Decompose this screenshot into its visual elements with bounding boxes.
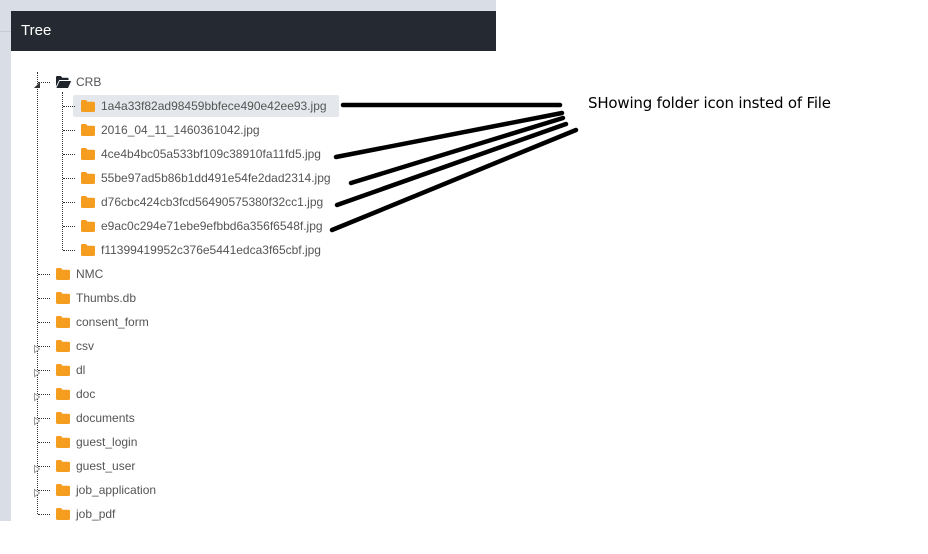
tree-node-label[interactable]: guest_user	[76, 455, 135, 477]
tree-node-label[interactable]: doc	[76, 383, 95, 405]
folder-icon	[80, 219, 96, 233]
tree-node-folder[interactable]: doc	[11, 383, 491, 405]
tree-connector	[63, 130, 75, 131]
tree-node-folder[interactable]: job_pdf	[11, 503, 491, 525]
tree-connector	[63, 178, 75, 179]
folder-open-icon	[55, 75, 72, 89]
tree-node-label[interactable]: e9ac0c294e71ebe9efbbd6a356f6548f.jpg	[101, 215, 323, 237]
tree-node-label[interactable]: 1a4a33f82ad98459bbfece490e42ee93.jpg	[101, 95, 327, 117]
tree-node-label[interactable]: job_application	[76, 479, 156, 501]
collapse-toggle-icon[interactable]	[33, 77, 41, 88]
tree-node-file[interactable]: 2016_04_11_1460361042.jpg	[11, 119, 491, 141]
tree-node-label[interactable]: 2016_04_11_1460361042.jpg	[101, 119, 260, 141]
folder-icon	[80, 99, 96, 113]
tree-node-folder[interactable]: dl	[11, 359, 491, 381]
tree-node-label[interactable]: csv	[76, 335, 94, 357]
expand-toggle-icon[interactable]	[33, 485, 41, 498]
tree-connector	[38, 274, 50, 275]
tree-connector	[38, 514, 50, 515]
tree-panel: Tree CRB 1a4a33f82ad98459bbfece490e42ee93…	[11, 11, 496, 554]
tree-node-label[interactable]: job_pdf	[76, 503, 115, 525]
tree-node-root[interactable]: CRB	[11, 71, 491, 93]
tree-node-label[interactable]: f11399419952c376e5441edca3f65cbf.jpg	[101, 239, 321, 261]
tree-node-folder[interactable]: csv	[11, 335, 491, 357]
folder-icon	[80, 171, 96, 185]
folder-icon	[55, 315, 71, 329]
folder-icon	[55, 507, 71, 521]
expand-toggle-icon[interactable]	[33, 413, 41, 426]
tree-node-label[interactable]: 4ce4b4bc05a533bf109c38910fa11fd5.jpg	[101, 143, 321, 165]
tree-node-folder[interactable]: guest_login	[11, 431, 491, 453]
page-background-left	[0, 11, 11, 521]
panel-header: Tree	[11, 11, 496, 51]
tree-connector	[38, 298, 50, 299]
folder-icon	[80, 147, 96, 161]
tree-node-label[interactable]: 55be97ad5b86b1dd491e54fe2dad2314.jpg	[101, 167, 331, 189]
expand-toggle-icon[interactable]	[33, 341, 41, 354]
tree-node-label[interactable]: guest_login	[76, 431, 137, 453]
tree-node-file[interactable]: 1a4a33f82ad98459bbfece490e42ee93.jpg	[11, 95, 491, 117]
tree-node-file[interactable]: f11399419952c376e5441edca3f65cbf.jpg	[11, 239, 491, 261]
tree-node-folder[interactable]: guest_user	[11, 455, 491, 477]
tree-node-label[interactable]: Thumbs.db	[76, 287, 136, 309]
folder-icon	[55, 483, 71, 497]
folder-icon	[55, 339, 71, 353]
tree-connector	[63, 250, 75, 251]
tree-node-folder[interactable]: Thumbs.db	[11, 287, 491, 309]
tree-node-label[interactable]: consent_form	[76, 311, 149, 333]
folder-icon	[55, 363, 71, 377]
folder-icon	[80, 243, 96, 257]
expand-toggle-icon[interactable]	[33, 461, 41, 474]
panel-title: Tree	[21, 22, 52, 39]
tree-connector	[63, 106, 75, 107]
expand-toggle-icon[interactable]	[33, 389, 41, 402]
tree-node-folder[interactable]: job_application	[11, 479, 491, 501]
tree-node-label[interactable]: dl	[76, 359, 85, 381]
tree-connector	[38, 442, 50, 443]
tree-node-folder[interactable]: documents	[11, 407, 491, 429]
folder-icon	[55, 387, 71, 401]
file-tree: CRB 1a4a33f82ad98459bbfece490e42ee93.jpg 2…	[11, 51, 496, 554]
tree-node-folder[interactable]: consent_form	[11, 311, 491, 333]
tree-node-label[interactable]: CRB	[76, 71, 101, 93]
tree-node-label[interactable]: NMC	[76, 263, 103, 285]
tree-node-label[interactable]: d76cbc424cb3fcd56490575380f32cc1.jpg	[101, 191, 323, 213]
page-background-top	[0, 0, 496, 11]
folder-icon	[80, 195, 96, 209]
expand-toggle-icon[interactable]	[33, 365, 41, 378]
folder-icon	[55, 267, 71, 281]
tree-connector	[63, 154, 75, 155]
folder-icon	[55, 435, 71, 449]
tree-node-file[interactable]: e9ac0c294e71ebe9efbbd6a356f6548f.jpg	[11, 215, 491, 237]
tree-node-file[interactable]: d76cbc424cb3fcd56490575380f32cc1.jpg	[11, 191, 491, 213]
tree-node-folder[interactable]: NMC	[11, 263, 491, 285]
folder-icon	[55, 411, 71, 425]
folder-icon	[55, 459, 71, 473]
tree-connector	[63, 226, 75, 227]
tree-connector	[63, 202, 75, 203]
folder-icon	[55, 291, 71, 305]
tree-connector	[38, 322, 50, 323]
tree-node-label[interactable]: documents	[76, 407, 135, 429]
folder-icon	[80, 123, 96, 137]
tree-node-file[interactable]: 55be97ad5b86b1dd491e54fe2dad2314.jpg	[11, 167, 491, 189]
annotation-text: SHowing folder icon insted of File	[588, 94, 831, 112]
background-divider	[0, 31, 11, 32]
tree-node-file[interactable]: 4ce4b4bc05a533bf109c38910fa11fd5.jpg	[11, 143, 491, 165]
